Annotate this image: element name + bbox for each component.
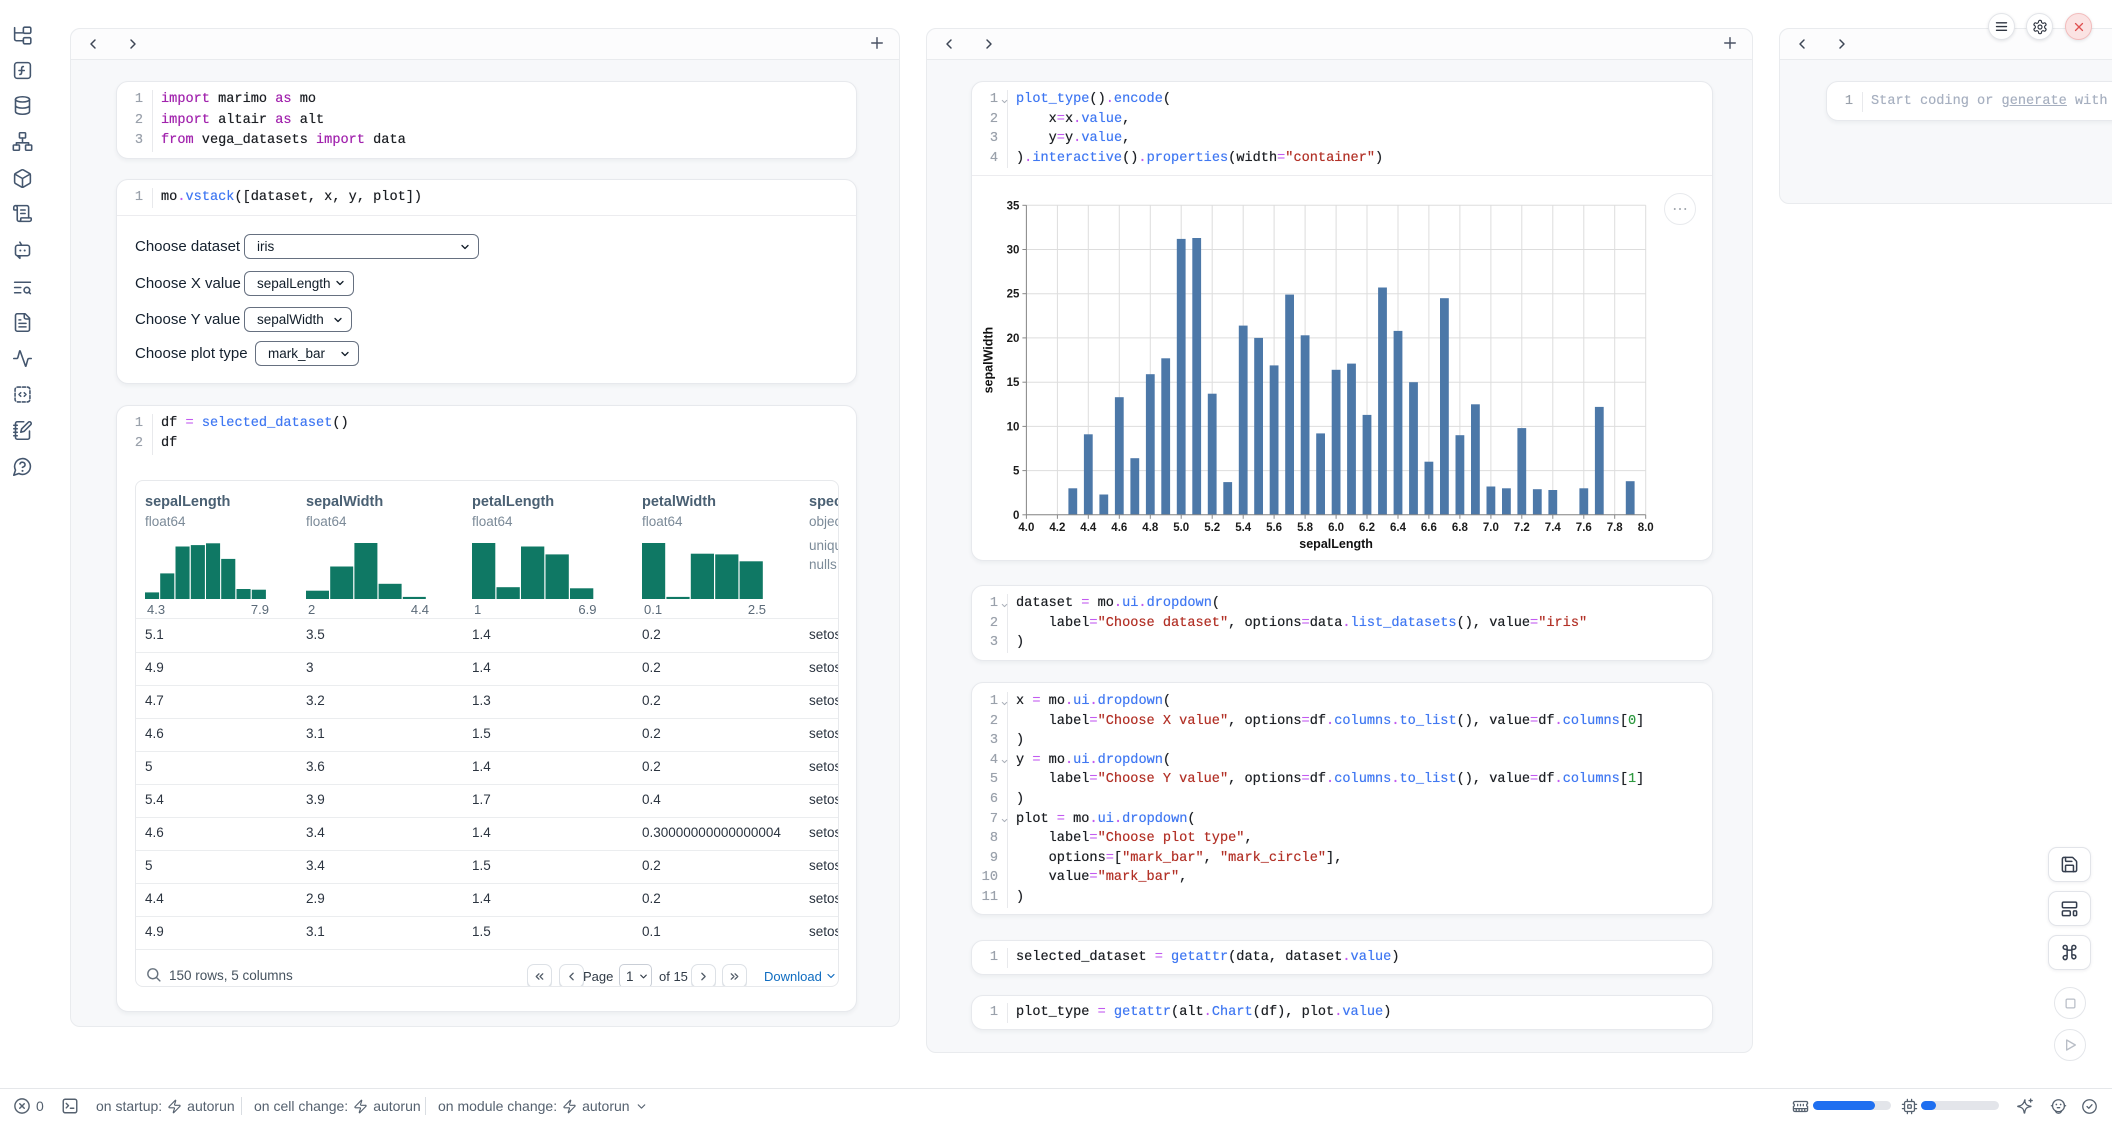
svg-text:20: 20 xyxy=(1007,333,1020,345)
svg-text:5.8: 5.8 xyxy=(1297,522,1314,534)
svg-text:7.2: 7.2 xyxy=(1514,522,1530,534)
svg-text:5: 5 xyxy=(1013,466,1020,478)
svg-text:4.8: 4.8 xyxy=(1142,522,1159,534)
svg-text:sepalWidth: sepalWidth xyxy=(981,327,995,394)
svg-text:4.4: 4.4 xyxy=(1080,522,1097,534)
svg-text:sepalLength: sepalLength xyxy=(1299,537,1373,551)
svg-text:10: 10 xyxy=(1007,421,1020,433)
svg-text:35: 35 xyxy=(1007,200,1020,212)
svg-text:4.2: 4.2 xyxy=(1049,522,1065,534)
svg-text:4.0: 4.0 xyxy=(1018,522,1034,534)
svg-text:25: 25 xyxy=(1007,289,1020,301)
svg-text:8.0: 8.0 xyxy=(1638,522,1654,534)
svg-text:15: 15 xyxy=(1007,377,1020,389)
svg-text:6.0: 6.0 xyxy=(1328,522,1344,534)
svg-text:6.6: 6.6 xyxy=(1421,522,1437,534)
svg-text:7.8: 7.8 xyxy=(1607,522,1624,534)
svg-text:6.8: 6.8 xyxy=(1452,522,1469,534)
svg-text:4.6: 4.6 xyxy=(1111,522,1127,534)
svg-text:5.2: 5.2 xyxy=(1204,522,1220,534)
svg-text:30: 30 xyxy=(1007,245,1020,257)
svg-text:7.6: 7.6 xyxy=(1576,522,1592,534)
svg-text:7.0: 7.0 xyxy=(1483,522,1499,534)
svg-text:6.4: 6.4 xyxy=(1390,522,1407,534)
svg-text:5.0: 5.0 xyxy=(1173,522,1189,534)
svg-text:7.4: 7.4 xyxy=(1545,522,1562,534)
svg-text:6.2: 6.2 xyxy=(1359,522,1375,534)
svg-text:5.4: 5.4 xyxy=(1235,522,1252,534)
svg-text:5.6: 5.6 xyxy=(1266,522,1282,534)
svg-text:0: 0 xyxy=(1013,510,1019,522)
